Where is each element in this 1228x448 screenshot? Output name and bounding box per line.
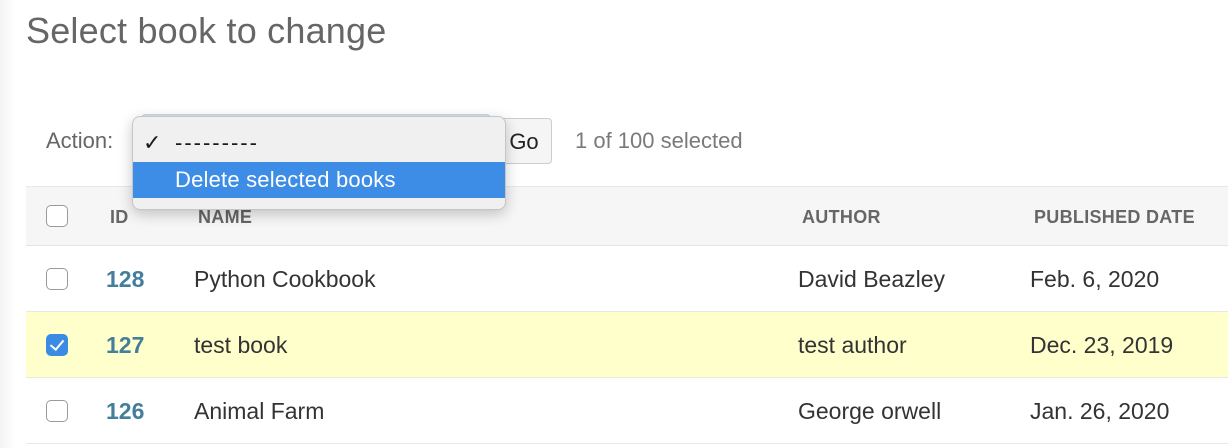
action-option-label: --------- xyxy=(175,130,259,155)
book-id-link[interactable]: 127 xyxy=(106,332,144,359)
results-table: ID NAME AUTHOR PUBLISHED DATE 128 Python… xyxy=(26,186,1228,444)
row-checkbox[interactable] xyxy=(46,334,68,356)
table-row: 127 test book test author Dec. 23, 2019 xyxy=(26,312,1228,378)
book-name: test book xyxy=(194,332,288,358)
column-header-name[interactable]: NAME xyxy=(198,207,252,228)
checkmark-icon: ✓ xyxy=(143,130,162,155)
check-icon xyxy=(49,335,65,352)
book-published-date: Dec. 23, 2019 xyxy=(1030,332,1174,358)
book-name: Python Cookbook xyxy=(194,266,376,292)
book-id-link[interactable]: 128 xyxy=(106,266,144,293)
column-header-published-date[interactable]: PUBLISHED DATE xyxy=(1034,207,1195,228)
book-name: Animal Farm xyxy=(194,398,325,424)
row-checkbox[interactable] xyxy=(46,400,68,422)
select-all-checkbox[interactable] xyxy=(46,205,68,227)
row-checkbox[interactable] xyxy=(46,268,68,290)
row-select-cell xyxy=(46,268,68,290)
table-row: 128 Python Cookbook David Beazley Feb. 6… xyxy=(26,246,1228,312)
action-dropdown-menu[interactable]: ✓ --------- Delete selected books xyxy=(132,116,506,210)
row-select-cell xyxy=(46,400,68,422)
book-id-link[interactable]: 126 xyxy=(106,398,144,425)
selection-counter: 1 of 100 selected xyxy=(575,128,743,153)
book-author: David Beazley xyxy=(798,266,946,292)
action-label: Action: xyxy=(46,128,114,153)
column-header-author[interactable]: AUTHOR xyxy=(802,207,881,228)
action-option-delete-selected[interactable]: Delete selected books xyxy=(133,162,505,198)
column-header-id[interactable]: ID xyxy=(110,207,129,228)
left-edge-shadow xyxy=(0,0,16,448)
row-select-cell xyxy=(46,334,68,356)
book-published-date: Jan. 26, 2020 xyxy=(1030,398,1170,424)
action-option-blank[interactable]: ✓ --------- xyxy=(133,125,505,161)
book-author: George orwell xyxy=(798,398,942,424)
action-option-label: Delete selected books xyxy=(175,167,396,192)
book-author: test author xyxy=(798,332,907,358)
select-all-cell xyxy=(46,205,68,227)
change-list-page: Select book to change Action: Go 1 of 10… xyxy=(0,0,1228,448)
book-published-date: Feb. 6, 2020 xyxy=(1030,266,1160,292)
page-title: Select book to change xyxy=(26,10,387,51)
table-row: 126 Animal Farm George orwell Jan. 26, 2… xyxy=(26,378,1228,444)
